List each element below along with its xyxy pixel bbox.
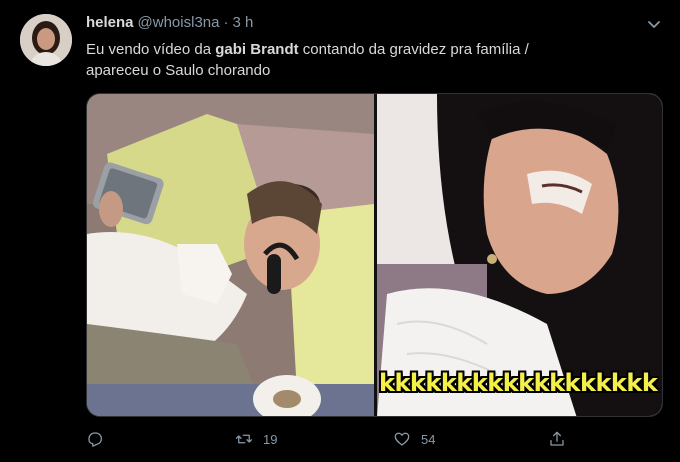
media-photo-left[interactable] bbox=[87, 94, 374, 416]
meme-caption: kkkkkkkkkkkkkkkkkk bbox=[379, 369, 658, 397]
crying-woman-photo bbox=[87, 94, 374, 416]
tweet-text-part1: Eu vendo vídeo da bbox=[86, 41, 216, 58]
avatar[interactable] bbox=[20, 14, 72, 66]
tweet-actions: 19 54 bbox=[86, 428, 576, 450]
tweet[interactable]: helena @whoisl3na · 3 h Eu vendo vídeo d… bbox=[0, 0, 680, 462]
display-name[interactable]: helena bbox=[86, 14, 134, 31]
reply-icon bbox=[88, 432, 103, 447]
tweet-menu-button[interactable] bbox=[644, 14, 664, 34]
chevron-down-icon bbox=[648, 21, 660, 28]
reply-button[interactable] bbox=[86, 428, 114, 450]
tweet-header: helena @whoisl3na · 3 h bbox=[86, 14, 253, 34]
tweet-text: Eu vendo vídeo da gabi Brandt contando d… bbox=[86, 39, 656, 81]
avatar-image bbox=[20, 14, 72, 66]
tweet-text-line2: apareceu o Saulo chorando bbox=[86, 62, 271, 79]
timestamp[interactable]: 3 h bbox=[232, 14, 253, 31]
separator: · bbox=[223, 14, 229, 31]
user-handle[interactable]: @whoisl3na bbox=[138, 14, 220, 31]
like-count: 54 bbox=[421, 431, 436, 447]
like-button[interactable]: 54 bbox=[393, 428, 435, 450]
heart-icon bbox=[394, 432, 410, 446]
laughing-woman-photo bbox=[377, 94, 662, 416]
tweet-media[interactable]: kkkkkkkkkkkkkkkkkk bbox=[86, 93, 663, 417]
retweet-icon bbox=[235, 434, 253, 444]
media-photo-right[interactable]: kkkkkkkkkkkkkkkkkk bbox=[377, 94, 662, 416]
share-button[interactable] bbox=[548, 428, 566, 450]
tweet-text-bold[interactable]: gabi Brandt bbox=[215, 41, 298, 58]
retweet-count: 19 bbox=[263, 431, 278, 447]
share-icon bbox=[550, 431, 564, 446]
tweet-text-part2: contando da gravidez pra família / bbox=[298, 41, 529, 58]
retweet-button[interactable]: 19 bbox=[235, 428, 277, 450]
